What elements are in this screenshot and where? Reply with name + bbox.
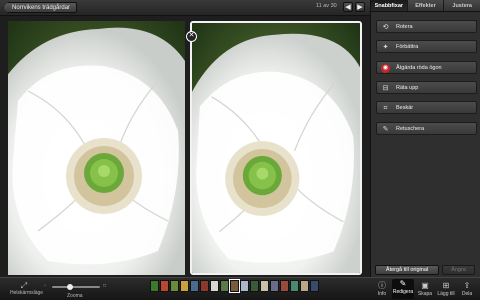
zoom-out-icon: ▫ bbox=[44, 283, 46, 289]
close-icon[interactable]: ✕ bbox=[186, 31, 197, 42]
zoom-slider-handle[interactable] bbox=[66, 284, 73, 290]
photo-stage: ✕ bbox=[0, 16, 370, 277]
fullscreen-label: Helskärmsläge bbox=[10, 290, 44, 296]
thumbnail[interactable] bbox=[180, 280, 189, 292]
info-label: Info bbox=[377, 291, 387, 297]
crop-button[interactable]: ⌗ Beskär bbox=[376, 101, 477, 114]
thumbnail[interactable] bbox=[280, 280, 289, 292]
straighten-icon: ⊟ bbox=[382, 85, 389, 92]
thumbnail[interactable] bbox=[250, 280, 259, 292]
share-label: Dela bbox=[461, 291, 473, 297]
info-button[interactable]: ⓘ Info bbox=[372, 281, 392, 297]
zoom-slider[interactable] bbox=[52, 284, 100, 290]
straighten-button[interactable]: ⊟ Räta upp bbox=[376, 81, 477, 94]
crop-label: Beskär bbox=[396, 105, 414, 111]
straighten-label: Räta upp bbox=[396, 85, 419, 91]
thumbnail-strip[interactable] bbox=[150, 279, 319, 293]
add-to-icon: ⊞ bbox=[442, 281, 450, 290]
original-photo[interactable] bbox=[8, 21, 185, 275]
fullscreen-icon: ⤢ bbox=[20, 281, 28, 290]
bottom-toolbar: ⤢ Helskärmsläge ▫ □ Zooma ⓘ Info ✎ Redig… bbox=[0, 277, 480, 300]
zoom-in-icon: □ bbox=[103, 283, 107, 289]
enhance-button[interactable]: ✦ Förbättra bbox=[376, 40, 477, 53]
add-to-label: Lägg till bbox=[437, 291, 455, 297]
thumbnail[interactable] bbox=[160, 280, 169, 292]
red-eye-button[interactable]: ◉ Åtgärda röda ögon bbox=[376, 61, 477, 74]
thumbnail[interactable] bbox=[229, 279, 240, 293]
thumbnail[interactable] bbox=[170, 280, 179, 292]
thumbnail[interactable] bbox=[200, 280, 209, 292]
red-eye-icon: ◉ bbox=[381, 64, 390, 73]
crop-icon: ⌗ bbox=[383, 105, 388, 112]
thumbnail[interactable] bbox=[310, 280, 319, 292]
red-eye-label: Åtgärda röda ögon bbox=[396, 65, 442, 71]
create-label: Skapa bbox=[417, 291, 433, 297]
thumbnail[interactable] bbox=[150, 280, 159, 292]
retouch-label: Retuschera bbox=[396, 126, 425, 132]
magic-wand-icon: ✦ bbox=[382, 44, 389, 51]
thumbnail[interactable] bbox=[210, 280, 219, 292]
zoom-label: Zooma bbox=[67, 293, 83, 299]
create-button[interactable]: ▣ Skapa bbox=[415, 281, 435, 297]
thumbnail[interactable] bbox=[300, 280, 309, 292]
edit-label: Redigera bbox=[392, 289, 414, 295]
retouch-button[interactable]: ✎ Retuschera bbox=[376, 122, 477, 135]
edit-panel: Snabbfixar Effekter Justera ⟲ Rotera ✦ F… bbox=[370, 0, 480, 277]
thumbnail[interactable] bbox=[270, 280, 279, 292]
book-icon: ▣ bbox=[421, 281, 429, 290]
edited-photo[interactable] bbox=[190, 21, 362, 275]
undo-button[interactable]: Ångra bbox=[442, 265, 475, 275]
thumbnail[interactable] bbox=[220, 280, 229, 292]
tab-effekter[interactable]: Effekter bbox=[407, 0, 445, 11]
fullscreen-button[interactable]: ⤢ Helskärmsläge bbox=[10, 281, 44, 297]
rotate-icon: ⟲ bbox=[382, 24, 389, 31]
thumbnail[interactable] bbox=[290, 280, 299, 292]
thumbnail[interactable] bbox=[240, 280, 249, 292]
enhance-label: Förbättra bbox=[396, 44, 419, 50]
photo-counter: 11 av 30 bbox=[316, 3, 337, 9]
edit-button[interactable]: ✎ Redigera bbox=[392, 279, 414, 299]
album-back-button[interactable]: Norrvikens trädgårdar bbox=[3, 2, 78, 13]
thumbnail[interactable] bbox=[190, 280, 199, 292]
tab-justera[interactable]: Justera bbox=[444, 0, 480, 11]
brush-icon: ✎ bbox=[399, 279, 407, 288]
edit-mode-tabs: Snabbfixar Effekter Justera bbox=[371, 0, 480, 12]
rotate-label: Rotera bbox=[396, 24, 413, 30]
add-to-button[interactable]: ⊞ Lägg till bbox=[435, 281, 457, 297]
arrow-left-icon[interactable]: ◀ bbox=[343, 2, 353, 12]
top-bar: Norrvikens trädgårdar 11 av 30 ◀ ▶ bbox=[0, 0, 370, 16]
share-button[interactable]: ⇪ Dela bbox=[457, 281, 477, 297]
arrow-right-icon[interactable]: ▶ bbox=[355, 2, 365, 12]
rotate-button[interactable]: ⟲ Rotera bbox=[376, 20, 477, 33]
share-icon: ⇪ bbox=[463, 281, 471, 290]
thumbnail[interactable] bbox=[260, 280, 269, 292]
tab-snabbfixar[interactable]: Snabbfixar bbox=[371, 0, 408, 11]
revert-to-original-button[interactable]: Återgå till original bbox=[375, 265, 439, 275]
retouch-brush-icon: ✎ bbox=[382, 126, 389, 133]
info-icon: ⓘ bbox=[378, 281, 386, 290]
